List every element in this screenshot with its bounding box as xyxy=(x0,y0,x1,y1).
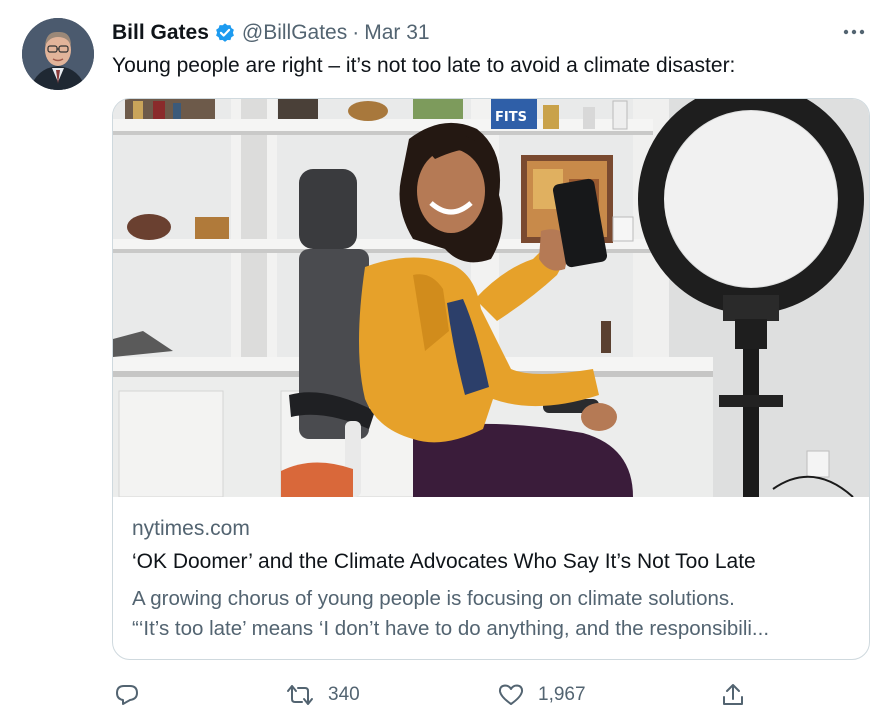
share-icon xyxy=(720,682,746,708)
author-name[interactable]: Bill Gates xyxy=(112,21,209,45)
shelf-sign-text: FITS xyxy=(495,110,527,125)
retweet-count: 340 xyxy=(328,684,360,705)
reply-button[interactable] xyxy=(114,678,140,712)
author-avatar[interactable] xyxy=(22,18,94,90)
verified-badge-icon xyxy=(214,22,236,44)
card-description-line-2: “‘It’s too late’ means ‘I don’t have to … xyxy=(132,617,770,640)
like-button[interactable]: 1,967 xyxy=(498,678,586,712)
author-handle[interactable]: @BillGates xyxy=(242,21,347,45)
card-image[interactable]: FITS xyxy=(113,99,869,497)
share-button[interactable] xyxy=(720,678,746,712)
card-description: A growing chorus of young people is focu… xyxy=(132,584,852,644)
tweet-date[interactable]: Mar 31 xyxy=(364,21,429,45)
tweet-actions: 340 1,967 xyxy=(112,678,872,712)
link-card[interactable]: FITS nytimes.com ‘OK Doomer’ and the Cli… xyxy=(112,98,870,660)
reply-icon xyxy=(114,683,140,707)
retweet-button[interactable]: 340 xyxy=(286,678,360,712)
header-separator: · xyxy=(352,21,360,44)
heart-icon xyxy=(498,683,524,707)
card-domain: nytimes.com xyxy=(132,517,250,540)
card-description-line-1: A growing chorus of young people is focu… xyxy=(132,587,735,610)
tweet-text: Young people are right – it’s not too la… xyxy=(112,54,736,77)
like-count: 1,967 xyxy=(538,684,586,705)
retweet-icon xyxy=(286,683,314,707)
tweet-header: Bill Gates @BillGates · Mar 31 xyxy=(112,20,430,46)
card-title: ‘OK Doomer’ and the Climate Advocates Wh… xyxy=(132,550,756,573)
more-horizontal-icon[interactable] xyxy=(840,22,868,42)
